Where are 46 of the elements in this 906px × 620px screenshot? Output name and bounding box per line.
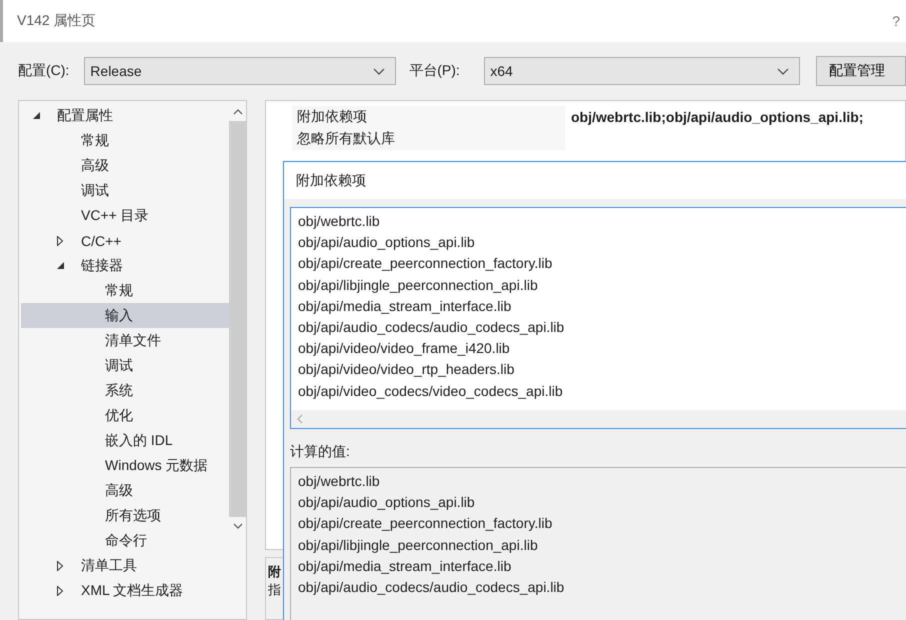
description-title: 附 (268, 563, 281, 581)
tree-item[interactable]: 输入 (21, 303, 229, 328)
tree-item[interactable]: 系统 (21, 378, 229, 403)
scrollbar-thumb[interactable] (229, 121, 246, 517)
tree-item[interactable]: 高级 (21, 478, 229, 503)
tree-item[interactable]: 配置属性 (21, 103, 229, 128)
property-value[interactable]: obj/webrtc.lib;obj/api/audio_options_api.lib; (565, 106, 905, 128)
dialog-title: 附加依赖项 (296, 172, 366, 190)
scroll-up-icon[interactable] (232, 109, 242, 115)
computed-values-box: obj/webrtc.lib obj/api/audio_options_api.lib obj/api/create_peerconnection_factory.lib obj/api/libjingle_peerconnection_api.lib obj/api/media_stream_interface.lib obj/api/audio_codecs/audio_codecs_api.lib (290, 467, 906, 620)
config-dropdown[interactable]: Release (84, 57, 396, 85)
platform-label: 平台(P): (409, 62, 461, 80)
tree-item[interactable]: Windows 元数据 (21, 453, 229, 478)
scroll-down-icon[interactable] (232, 523, 242, 529)
tree-item[interactable]: 清单工具 (21, 553, 229, 578)
chevron-down-icon (373, 68, 386, 74)
tree-item[interactable]: VC++ 目录 (21, 203, 229, 228)
collapsed-icon[interactable] (57, 560, 63, 570)
tree-item[interactable]: 调试 (21, 178, 229, 203)
tree-item[interactable]: 嵌入的 IDL (21, 428, 229, 453)
tree-item[interactable]: C/C++ (21, 228, 229, 253)
window-title: V142 属性页 (17, 12, 96, 30)
expanded-icon[interactable] (57, 262, 64, 269)
platform-dropdown[interactable]: x64 (484, 57, 800, 85)
tree-item[interactable]: 优化 (21, 403, 229, 428)
property-name[interactable]: 附加依赖项 (292, 106, 565, 128)
property-name[interactable]: 忽略所有默认库 (292, 128, 565, 150)
tree-item[interactable]: XML 文档生成器 (21, 578, 229, 603)
tree-item[interactable]: 清单文件 (21, 328, 229, 353)
collapsed-icon[interactable] (57, 586, 63, 596)
config-label: 配置(C): (18, 62, 70, 80)
tree-item[interactable]: 常规 (21, 278, 229, 303)
description-text: 指 (268, 581, 281, 599)
tree-item[interactable]: 所有选项 (21, 503, 229, 528)
config-manager-button[interactable]: 配置管理 (816, 56, 906, 86)
tree-item[interactable]: 命令行 (21, 528, 229, 553)
tree-item[interactable]: 高级 (21, 153, 229, 178)
tree-item[interactable]: 调试 (21, 353, 229, 378)
tree-item[interactable]: 链接器 (21, 253, 229, 278)
chevron-down-icon (776, 68, 789, 74)
tree-item[interactable]: 常规 (21, 128, 229, 153)
text-area[interactable]: obj/webrtc.lib obj/api/audio_options_api.lib obj/api/create_peerconnection_factory.lib obj/api/libjingle_peerconnection_api.lib obj/api/media_stream_interface.lib obj/api/audio_codecs/audio_codecs_api.lib obj/api/video/video_frame_i420.lib obj/api/video/video_rtp_headers.lib obj/api/video_codecs/video_codecs_api.lib (290, 207, 906, 429)
collapsed-icon[interactable] (57, 236, 63, 246)
computed-label: 计算的值: (290, 443, 351, 461)
expanded-icon[interactable] (33, 112, 40, 119)
help-button[interactable]: ? (888, 13, 904, 29)
